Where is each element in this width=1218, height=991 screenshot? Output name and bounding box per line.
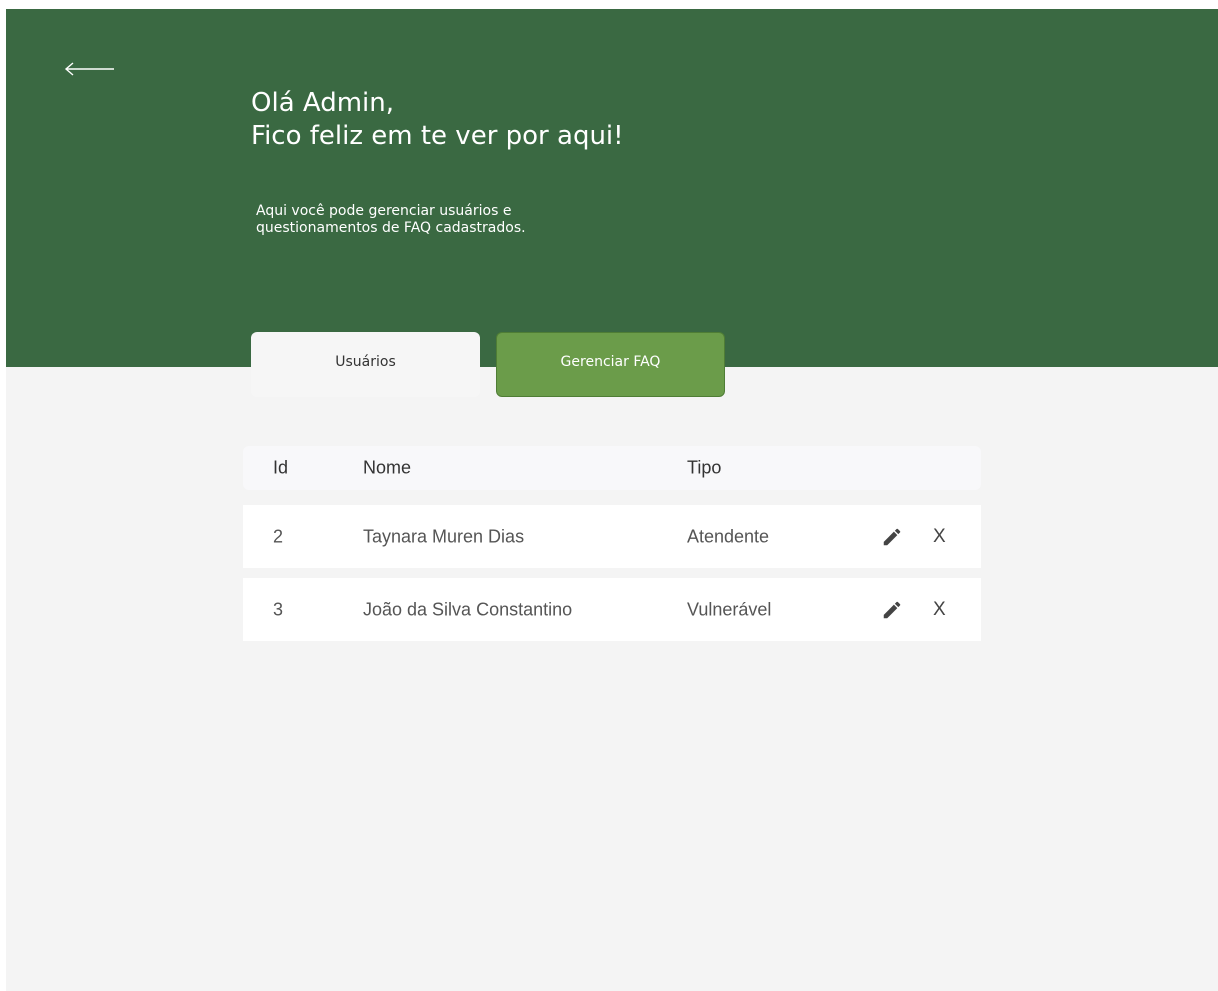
app-frame: Olá Admin, Fico feliz em te ver por aqui…: [6, 9, 1218, 991]
row-id: 2: [273, 526, 284, 546]
row-nome: Taynara Muren Dias: [363, 526, 525, 546]
pencil-icon[interactable]: [881, 599, 903, 621]
tab-usuarios-label: Usuários: [335, 353, 396, 370]
hero-banner: Olá Admin, Fico feliz em te ver por aqui…: [6, 9, 1218, 367]
tab-gerenciar-faq[interactable]: Gerenciar FAQ: [496, 332, 725, 397]
page-title: Olá Admin, Fico feliz em te ver por aqui…: [251, 87, 624, 153]
greeting-line-2: Fico feliz em te ver por aqui!: [251, 121, 624, 151]
column-header-tipo: Tipo: [687, 457, 722, 478]
pencil-icon[interactable]: [881, 526, 903, 548]
greeting-line-1: Olá Admin,: [251, 88, 395, 118]
row-nome: João da Silva Constantino: [363, 599, 573, 619]
table-row: 3 João da Silva Constantino Vulnerável X: [243, 578, 981, 641]
column-header-nome: Nome: [363, 457, 412, 478]
column-header-id: Id: [273, 457, 289, 478]
row-tipo: Atendente: [687, 526, 770, 546]
arrow-left-icon[interactable]: [64, 59, 116, 79]
delete-button[interactable]: X: [933, 599, 946, 621]
delete-button[interactable]: X: [933, 526, 946, 548]
tab-gerenciar-faq-label: Gerenciar FAQ: [560, 353, 661, 370]
row-id: 3: [273, 599, 284, 619]
table-row: 2 Taynara Muren Dias Atendente X: [243, 505, 981, 568]
page-description: Aqui você pode gerenciar usuários e ques…: [256, 203, 526, 236]
row-tipo: Vulnerável: [687, 599, 772, 619]
tab-usuarios[interactable]: Usuários: [251, 332, 480, 397]
users-table: Id Nome Tipo 2 Taynara Muren Dias Atende…: [243, 446, 981, 641]
table-header-row: Id Nome Tipo: [243, 446, 981, 490]
